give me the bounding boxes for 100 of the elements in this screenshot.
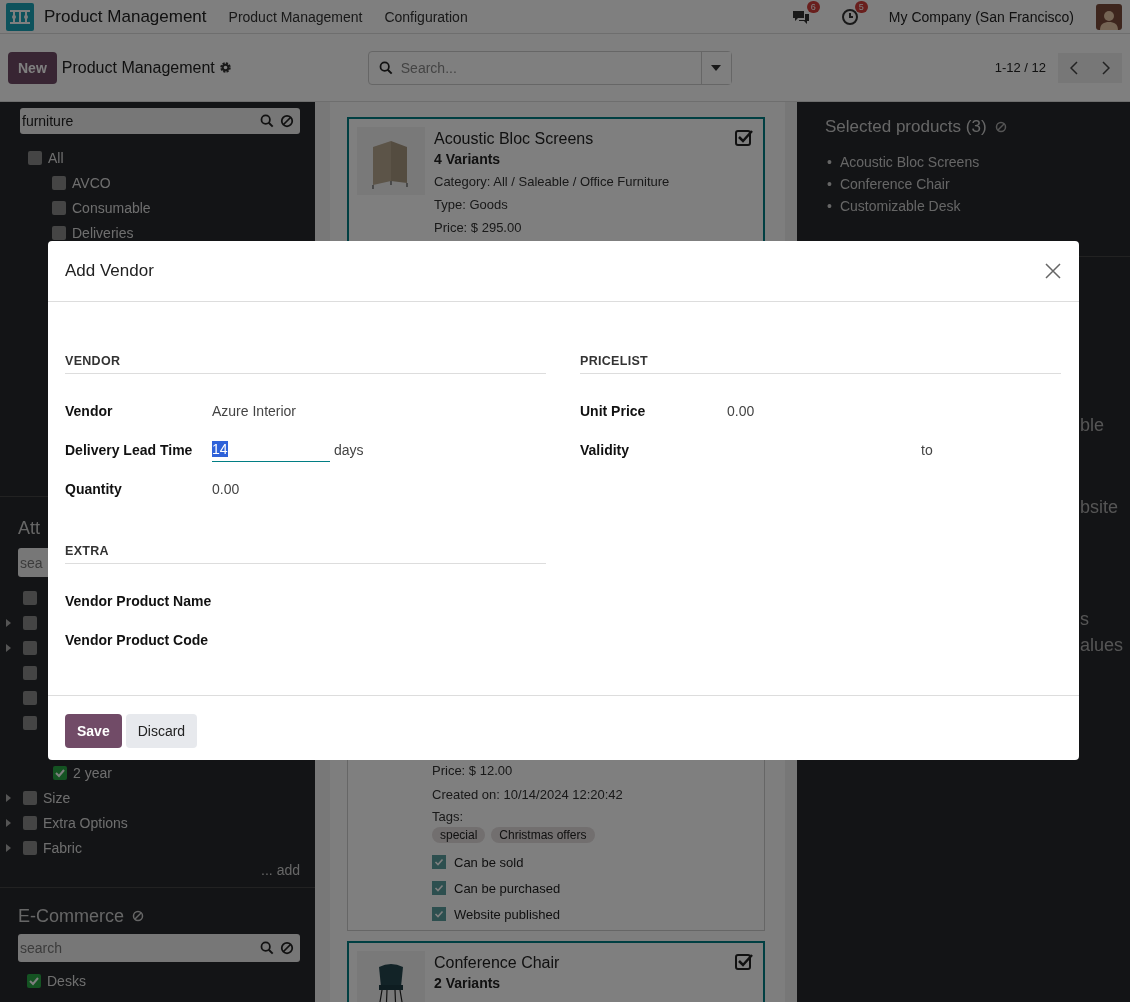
search-field[interactable]: Search...: [367, 50, 732, 85]
clear-icon[interactable]: [280, 941, 294, 955]
checkbox-icon[interactable]: [735, 129, 753, 147]
field-label: Delivery Lead Time: [65, 441, 194, 458]
checkbox[interactable]: [52, 225, 66, 240]
checkbox[interactable]: [23, 640, 37, 655]
variant-count: 4 Variants: [434, 151, 502, 167]
activity-count: 5: [854, 0, 868, 13]
product-detail: Category: All / Saleable / Office Furniture: [434, 174, 670, 189]
panel-heading: Selected products (3): [825, 117, 987, 137]
gear-icon[interactable]: [218, 61, 232, 74]
field-value[interactable]: 0.00: [727, 402, 755, 419]
discard-button[interactable]: Discard: [125, 713, 198, 748]
search-icon[interactable]: [260, 114, 274, 128]
bullet: •: [827, 153, 832, 172]
page-title[interactable]: Product Management: [61, 58, 215, 77]
pager-value[interactable]: 1-12 / 12: [994, 60, 1046, 75]
dialog-title: Add Vendor: [65, 261, 154, 281]
menu-item[interactable]: Product Management: [228, 8, 363, 25]
checkbox[interactable]: [52, 175, 66, 190]
flag-label: Website published: [454, 906, 560, 922]
caret-icon[interactable]: [5, 617, 13, 628]
checkbox[interactable]: [23, 590, 37, 605]
checkbox[interactable]: [23, 815, 37, 830]
flag-label: Can be sold: [454, 854, 524, 870]
panel-text[interactable]: bsite: [1080, 497, 1119, 517]
caret-icon[interactable]: [5, 792, 13, 803]
close-button[interactable]: [1043, 261, 1063, 281]
checkbox[interactable]: [52, 200, 66, 215]
range-separator: to: [921, 441, 933, 458]
product-name[interactable]: Acoustic Bloc Screens: [434, 130, 670, 148]
ecommerce-search-field[interactable]: search: [18, 934, 300, 962]
checkbox-icon[interactable]: [735, 953, 753, 971]
attribute-label[interactable]: Fabric: [43, 839, 82, 856]
panel-text[interactable]: alues: [1080, 635, 1124, 655]
checkbox[interactable]: [23, 715, 37, 730]
category-label[interactable]: Desks: [47, 972, 86, 989]
message-count: 6: [806, 0, 820, 13]
field-value[interactable]: 0.00: [212, 480, 240, 497]
checkbox[interactable]: [53, 765, 67, 780]
previous-button[interactable]: [1058, 52, 1090, 83]
clock-icon[interactable]: [840, 7, 859, 26]
chevron-right-icon[interactable]: [1102, 60, 1110, 75]
add-link[interactable]: ... add: [261, 862, 300, 878]
category-search-field[interactable]: furniture: [20, 108, 300, 134]
attribute-label[interactable]: 2 year: [73, 764, 112, 781]
company-name[interactable]: My Company (San Francisco): [888, 8, 1074, 25]
clear-icon[interactable]: [280, 114, 294, 128]
checkbox[interactable]: [23, 665, 37, 680]
unit-label: days: [334, 441, 364, 458]
checkbox[interactable]: [432, 855, 446, 869]
section-heading: Att: [18, 518, 40, 538]
section-heading: EXTRA: [65, 544, 546, 564]
category-label[interactable]: All: [48, 149, 64, 166]
category-label[interactable]: Consumable: [72, 199, 151, 216]
product-detail: Type: Goods: [434, 197, 508, 212]
selected-product: Customizable Desk: [839, 197, 961, 216]
category-label[interactable]: AVCO: [72, 174, 111, 191]
field-value[interactable]: Azure Interior: [212, 402, 297, 419]
field-label: Quantity: [65, 480, 123, 497]
tag: special: [432, 827, 486, 843]
caret-icon[interactable]: [5, 642, 13, 653]
bullet: •: [827, 197, 832, 216]
next-button[interactable]: [1090, 52, 1122, 83]
menu-item[interactable]: Configuration: [384, 8, 468, 25]
save-button[interactable]: Save: [65, 713, 122, 748]
product-card[interactable]: Conference Chair 2 Variants: [347, 941, 765, 1002]
checkbox[interactable]: [23, 690, 37, 705]
caret-icon[interactable]: [711, 64, 722, 71]
search-options-toggle[interactable]: [700, 51, 731, 84]
checkbox[interactable]: [432, 907, 446, 921]
app-name[interactable]: Product Management: [44, 6, 207, 27]
product-name[interactable]: Conference Chair: [434, 954, 560, 972]
section-heading: PRICELIST: [580, 354, 1061, 374]
attribute-label[interactable]: Size: [43, 789, 71, 806]
avatar-icon[interactable]: [1096, 3, 1122, 30]
caret-icon[interactable]: [5, 817, 13, 828]
input-field[interactable]: 14: [212, 437, 330, 462]
chevron-left-icon[interactable]: [1070, 60, 1078, 75]
checkbox[interactable]: [23, 615, 37, 630]
panel-text[interactable]: s: [1080, 609, 1089, 629]
checkbox[interactable]: [23, 790, 37, 805]
checkbox[interactable]: [432, 881, 446, 895]
category-label[interactable]: Deliveries: [72, 224, 134, 241]
caret-icon[interactable]: [5, 842, 13, 853]
clear-icon[interactable]: [994, 121, 1007, 133]
field-label: Vendor: [65, 402, 114, 419]
checkbox[interactable]: [27, 973, 41, 988]
attribute-label[interactable]: Extra Options: [43, 814, 128, 831]
product-detail: Tags:: [432, 808, 464, 824]
section-heading: VENDOR: [65, 354, 546, 374]
panel-text[interactable]: ble: [1080, 415, 1105, 435]
checkbox[interactable]: [28, 150, 42, 165]
search-icon[interactable]: [378, 60, 393, 75]
tag: Christmas offers: [491, 827, 595, 843]
selected-product: Acoustic Bloc Screens: [839, 153, 980, 172]
search-icon[interactable]: [260, 941, 274, 955]
checkbox[interactable]: [23, 840, 37, 855]
new-button[interactable]: New: [8, 51, 57, 84]
app-logo-icon[interactable]: [6, 2, 34, 31]
